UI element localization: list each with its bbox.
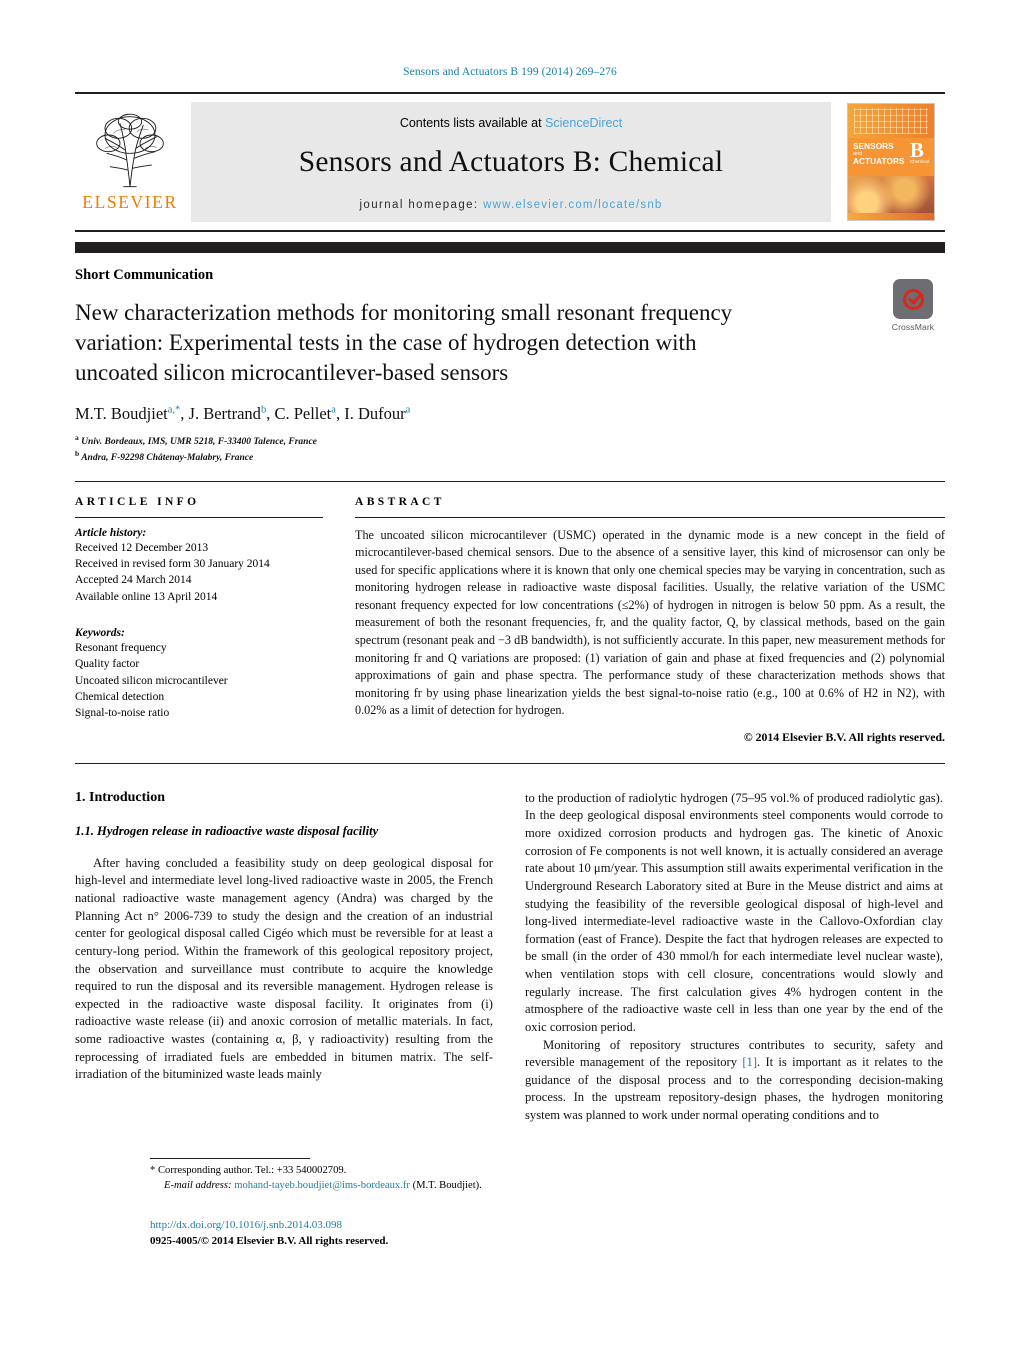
subsection-heading: 1.1. Hydrogen release in radioactive was… — [75, 823, 379, 838]
journal-masthead: ELSEVIER Contents lists available at Sci… — [75, 92, 945, 232]
abstract-column: ABSTRACT The uncoated silicon microcanti… — [355, 496, 945, 745]
footnote-rule — [150, 1158, 310, 1159]
corresponding-author-note: * Corresponding author. Tel.: +33 540002… — [150, 1164, 568, 1179]
body-columns: 1. Introduction 1.1. Hydrogen release in… — [75, 764, 945, 1125]
affiliation-b: b Andra, F-92298 Châtenay-Malabry, Franc… — [75, 449, 945, 465]
contents-available-line: Contents lists available at ScienceDirec… — [400, 116, 622, 130]
paragraph: Monitoring of repository structures cont… — [525, 1037, 943, 1125]
keyword-item: Resonant frequency — [75, 641, 167, 654]
email-note: E-mail address: mohand-tayeb.boudjiet@im… — [150, 1179, 568, 1194]
corresponding-marker: * — [150, 1165, 156, 1176]
body-column-right: to the production of radiolytic hydrogen… — [525, 790, 943, 1125]
affiliation-a: a Univ. Bordeaux, IMS, UMR 5218, F-33400… — [75, 433, 945, 449]
publisher-name: ELSEVIER — [82, 191, 178, 212]
email-suffix: (M.T. Boudjiet). — [412, 1179, 482, 1191]
crossmark-label: CrossMark — [891, 322, 935, 332]
email-label: E-mail address: — [164, 1179, 232, 1191]
article-info-column: ARTICLE INFO Article history: Received 1… — [75, 496, 323, 745]
author-sup-2: a — [331, 404, 336, 416]
cover-grid-pattern — [854, 108, 928, 134]
author-list: M.T. Boudjieta,*, J. Bertrandb, C. Pelle… — [75, 403, 411, 423]
author-name-2: C. Pellet — [274, 403, 332, 423]
author-name-0: M.T. Boudjiet — [75, 403, 168, 423]
cover-title-band: SENSORS and ACTUATORS B Chemical — [848, 138, 934, 176]
history-online: Available online 13 April 2014 — [75, 590, 218, 603]
article-type-label: Short Communication — [75, 267, 214, 283]
running-head: Sensors and Actuators B 199 (2014) 269–2… — [403, 66, 617, 78]
title-block: Short Communication New characterization… — [75, 253, 945, 465]
cover-subtitle: Chemical — [909, 158, 929, 164]
body-column-left: 1. Introduction 1.1. Hydrogen release in… — [75, 790, 493, 1125]
issn-copyright-line: 0925-4005/© 2014 Elsevier B.V. All right… — [150, 1234, 389, 1247]
footnote-area: * Corresponding author. Tel.: +33 540002… — [75, 1158, 945, 1194]
publisher-logo: ELSEVIER — [75, 94, 185, 230]
paper-page: Sensors and Actuators B 199 (2014) 269–2… — [0, 0, 1020, 1351]
article-history-title: Article history: — [75, 526, 147, 539]
cover-line-actuators: ACTUATORS — [853, 157, 905, 167]
author-sup-1: b — [260, 404, 267, 416]
masthead-black-rule — [75, 242, 945, 253]
reference-link-1[interactable]: [1] — [742, 1055, 757, 1069]
masthead-center: Contents lists available at ScienceDirec… — [191, 102, 831, 222]
article-info-rule — [75, 516, 323, 518]
page-title: New characterization methods for monitor… — [75, 300, 733, 385]
journal-homepage-line: journal homepage: www.elsevier.com/locat… — [359, 199, 662, 211]
email-link[interactable]: mohand-tayeb.boudjiet@ims-bordeaux.fr — [234, 1180, 410, 1191]
history-received: Received 12 December 2013 — [75, 541, 209, 554]
keyword-item: Quality factor — [75, 658, 140, 671]
section-heading-introduction: 1. Introduction — [75, 789, 165, 805]
keywords-block: Keywords: Resonant frequency Quality fac… — [75, 627, 323, 722]
keyword-item: Signal-to-noise ratio — [75, 707, 170, 720]
cover-title-text: SENSORS and ACTUATORS — [853, 142, 905, 166]
abstract-text: The uncoated silicon microcantilever (US… — [355, 527, 945, 718]
article-info-heading: ARTICLE INFO — [75, 495, 200, 508]
paragraph: to the production of radiolytic hydrogen… — [525, 790, 943, 1034]
keywords-title: Keywords: — [75, 626, 125, 639]
journal-cover-thumb: SENSORS and ACTUATORS B Chemical — [837, 94, 945, 230]
paragraph: After having concluded a feasibility stu… — [75, 855, 493, 1082]
cover-bottom-strip — [848, 213, 934, 220]
cover-letter-block: B Chemical — [909, 138, 929, 164]
history-accepted: Accepted 24 March 2014 — [75, 574, 192, 587]
homepage-label: journal homepage: — [359, 198, 479, 211]
affiliation-text-a: Univ. Bordeaux, IMS, UMR 5218, F-33400 T… — [81, 436, 317, 447]
journal-title: Sensors and Actuators B: Chemical — [298, 145, 724, 178]
homepage-url-link[interactable]: www.elsevier.com/locate/snb — [483, 199, 662, 211]
crossmark-icon — [893, 279, 933, 319]
sciencedirect-link[interactable]: ScienceDirect — [545, 116, 622, 130]
history-revised: Received in revised form 30 January 2014 — [75, 557, 270, 570]
author-sup-0: a,* — [167, 404, 181, 416]
crossmark-badge[interactable]: CrossMark — [881, 279, 945, 332]
cover-line-sensors: SENSORS — [853, 142, 894, 151]
info-abstract-area: ARTICLE INFO Article history: Received 1… — [75, 482, 945, 745]
keyword-item: Uncoated silicon microcantilever — [75, 674, 228, 687]
doi-link[interactable]: http://dx.doi.org/10.1016/j.snb.2014.03.… — [150, 1218, 870, 1234]
abstract-heading: ABSTRACT — [355, 495, 445, 508]
author-name-1: J. Bertrand — [188, 403, 261, 423]
author-sup-3: a — [405, 404, 411, 416]
affiliation-text-b: Andra, F-92298 Châtenay-Malabry, France — [81, 452, 254, 463]
cover-artwork — [848, 176, 934, 213]
corresponding-author-text: Corresponding author. Tel.: +33 54000270… — [157, 1165, 347, 1176]
contents-prefix: Contents lists available at — [399, 115, 546, 130]
keyword-item: Chemical detection — [75, 690, 165, 703]
author-name-3: I. Dufour — [344, 403, 406, 423]
doi-area: http://dx.doi.org/10.1016/j.snb.2014.03.… — [75, 1218, 945, 1249]
affiliation-mark-b: b — [75, 448, 80, 458]
cover-top-band — [848, 104, 934, 138]
cover-letter-b: B — [909, 138, 924, 162]
cover-image: SENSORS and ACTUATORS B Chemical — [847, 103, 935, 221]
affiliation-mark-a: a — [75, 432, 79, 442]
elsevier-tree-icon — [96, 113, 164, 187]
abstract-copyright: © 2014 Elsevier B.V. All rights reserved… — [743, 729, 945, 744]
abstract-rule — [355, 516, 945, 518]
